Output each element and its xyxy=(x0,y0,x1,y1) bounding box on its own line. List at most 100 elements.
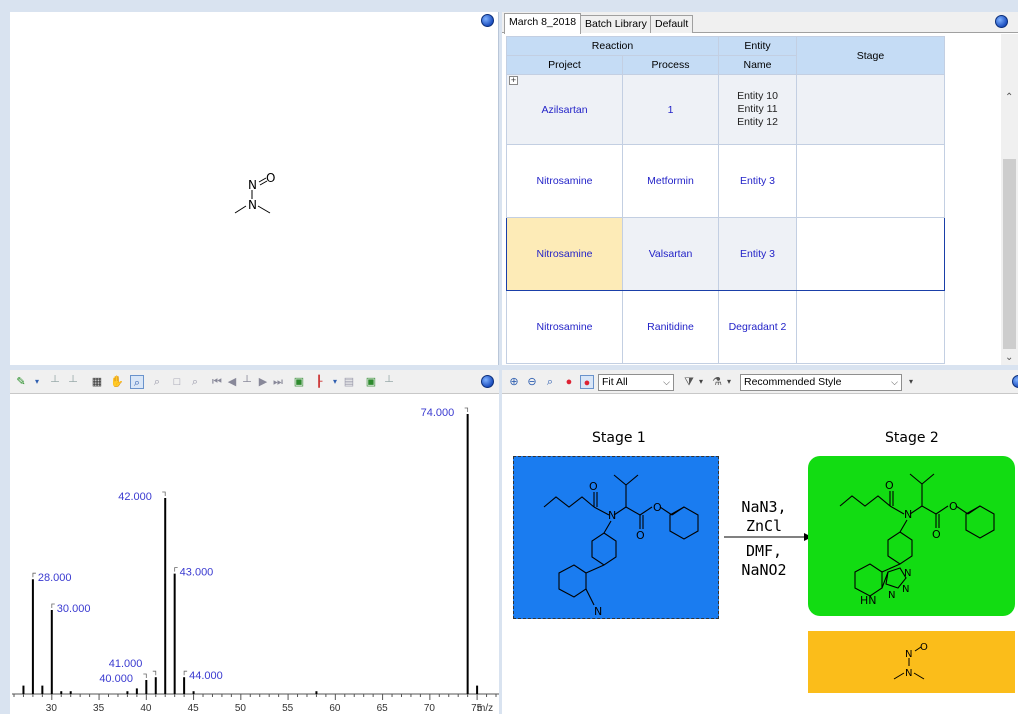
table-icon[interactable]: ▦ xyxy=(90,375,104,389)
first-icon[interactable]: ⏮ xyxy=(210,375,224,389)
zoom-in-icon[interactable]: ⊕ xyxy=(507,375,521,389)
dropdown-arrow-icon[interactable]: ▾ xyxy=(722,375,736,389)
structure-pane[interactable]: N N O xyxy=(10,12,499,365)
atom-o: O xyxy=(885,479,894,492)
next-icon[interactable]: ▶ xyxy=(256,375,270,389)
peak-label-bracket xyxy=(143,673,147,678)
table-row-selected[interactable]: Nitrosamine Valsartan Entity 3 xyxy=(506,217,945,291)
overflow-icon[interactable]: ▾ xyxy=(904,375,918,389)
tab-march-8-2018[interactable]: March 8_2018 xyxy=(504,13,582,34)
cell-project[interactable]: + Azilsartan xyxy=(506,74,623,145)
cell-stage[interactable] xyxy=(796,144,945,218)
cell-stage[interactable] xyxy=(796,74,945,145)
cell-stage[interactable] xyxy=(796,290,945,364)
compare-icon[interactable]: ▣ xyxy=(364,375,378,389)
table-row[interactable]: Nitrosamine Ranitidine Degradant 2 xyxy=(506,290,945,364)
atom-n-lower: N xyxy=(248,198,257,212)
project-value: Azilsartan xyxy=(541,103,588,116)
cell-project[interactable]: Nitrosamine xyxy=(506,217,623,291)
mass-spectrum-chart[interactable]: 30 35 40 45 50 55 60 65 70 75 28.00030.00040.0004… xyxy=(10,394,499,714)
expand-icon[interactable]: + xyxy=(509,76,518,85)
header-name[interactable]: Name xyxy=(718,55,797,75)
header-reaction: Reaction xyxy=(506,36,719,56)
name-value: Entity 12 xyxy=(737,116,778,128)
atom-n: N xyxy=(608,509,616,522)
header-process[interactable]: Process xyxy=(622,55,719,75)
zoom-out-icon[interactable]: ⌕ xyxy=(150,375,164,389)
peak-label-bracket xyxy=(152,670,157,676)
tab-default[interactable]: Default xyxy=(650,15,694,33)
zoom-out-icon[interactable]: ⊖ xyxy=(525,375,539,389)
overlay-icon[interactable]: ▣ xyxy=(292,375,306,389)
atom-o: O xyxy=(932,528,941,541)
atom-o: O xyxy=(636,529,645,542)
dropdown-arrow-icon[interactable]: ▾ xyxy=(30,375,44,389)
atom-n: N xyxy=(904,508,912,521)
header-project[interactable]: Project xyxy=(506,55,623,75)
peak-label-bracket xyxy=(162,491,166,496)
chart-edit-icon[interactable]: ✎ xyxy=(14,375,28,389)
hand-pan-icon[interactable]: ✋ xyxy=(110,375,124,389)
scheme-toolbar: ⊕ ⊖ ⌕ ● ● Fit All ⌵ ⧩ ▾ ⚗ ▾ Recommended … xyxy=(502,370,1018,394)
stage-1-structure[interactable]: N O O O N xyxy=(513,456,719,619)
stage-2-structure[interactable]: N O O O HN N N N xyxy=(808,456,1015,616)
style-select[interactable]: Recommended Style ⌵ xyxy=(740,374,902,391)
atom-color-icon[interactable]: ● xyxy=(562,375,576,389)
peak-nav-icon[interactable]: ┴ xyxy=(240,375,254,389)
table-row[interactable]: + Azilsartan 1 Entity 10 Entity 11 Entit… xyxy=(506,74,945,145)
previous-icon[interactable]: ◀ xyxy=(225,375,239,389)
pin-icon[interactable] xyxy=(995,15,1008,28)
vertical-scrollbar[interactable]: ⌃ ⌄ xyxy=(1001,34,1018,365)
pin-icon[interactable] xyxy=(481,375,494,388)
scheme-pane: ⊕ ⊖ ⌕ ● ● Fit All ⌵ ⧩ ▾ ⚗ ▾ Recommended … xyxy=(502,370,1018,714)
header-stage: Stage xyxy=(796,36,945,75)
cell-process[interactable]: Ranitidine xyxy=(622,290,719,364)
zoom-area-icon[interactable]: ⌕ xyxy=(543,375,557,389)
tab-batch-library[interactable]: Batch Library xyxy=(580,15,652,33)
settings-icon[interactable]: ┴ xyxy=(382,375,396,389)
x-axis-label: m/z xyxy=(477,703,493,714)
cell-stage[interactable] xyxy=(796,217,945,291)
x-tick-label: 65 xyxy=(377,703,389,714)
pin-icon[interactable] xyxy=(481,14,494,27)
cell-project[interactable]: Nitrosamine xyxy=(506,144,623,218)
x-tick-label: 40 xyxy=(140,703,152,714)
peak-label-bracket xyxy=(51,603,55,608)
pin-icon[interactable] xyxy=(1012,375,1018,388)
export-icon[interactable]: ▤ xyxy=(342,375,356,389)
dropdown-arrow-icon[interactable]: ▾ xyxy=(694,375,708,389)
tab-strip: March 8_2018 Batch Library Default xyxy=(502,12,1018,34)
cell-name[interactable]: Entity 3 xyxy=(718,217,797,291)
cell-name[interactable]: Entity 3 xyxy=(718,144,797,218)
nitroso-structure: N N O xyxy=(234,171,275,214)
cell-name[interactable]: Degradant 2 xyxy=(718,290,797,364)
cell-process[interactable]: 1 xyxy=(622,74,719,145)
peak-label: 74.000 xyxy=(421,407,455,419)
cell-process[interactable]: Metformin xyxy=(622,144,719,218)
x-tick-label: 60 xyxy=(329,703,341,714)
zoom-reset-icon[interactable]: ⌕ xyxy=(188,375,202,389)
zoom-fit-icon[interactable]: □ xyxy=(170,375,184,389)
ball-style-icon[interactable]: ● xyxy=(580,375,594,389)
last-icon[interactable]: ⏭ xyxy=(271,375,285,389)
scroll-up-icon[interactable]: ⌃ xyxy=(1005,92,1013,103)
peak-label: 42.000 xyxy=(118,491,152,503)
scrollbar-thumb[interactable] xyxy=(1003,159,1016,349)
byproduct-structure[interactable]: N N O xyxy=(808,631,1015,693)
table-row[interactable]: Nitrosamine Metformin Entity 3 xyxy=(506,144,945,218)
cell-project[interactable]: Nitrosamine xyxy=(506,290,623,364)
dropdown-arrow-icon[interactable]: ▾ xyxy=(328,375,342,389)
peak-label: 43.000 xyxy=(180,567,214,579)
marker-icon[interactable]: ┠ xyxy=(312,375,326,389)
zoom-area-icon[interactable]: ⌕ xyxy=(130,375,144,389)
cell-process[interactable]: Valsartan xyxy=(622,217,719,291)
atom-n: N xyxy=(904,568,911,579)
zoom-select[interactable]: Fit All ⌵ xyxy=(598,374,674,391)
remove-peak-icon[interactable]: ┴ xyxy=(66,375,80,389)
table-pane: March 8_2018 Batch Library Default React… xyxy=(502,12,1018,365)
scroll-down-icon[interactable]: ⌄ xyxy=(1005,352,1013,363)
add-peak-icon[interactable]: ┴ xyxy=(48,375,62,389)
x-tick-label: 55 xyxy=(282,703,294,714)
chevron-down-icon: ⌵ xyxy=(891,377,898,387)
cell-name[interactable]: Entity 10 Entity 11 Entity 12 xyxy=(718,74,797,145)
